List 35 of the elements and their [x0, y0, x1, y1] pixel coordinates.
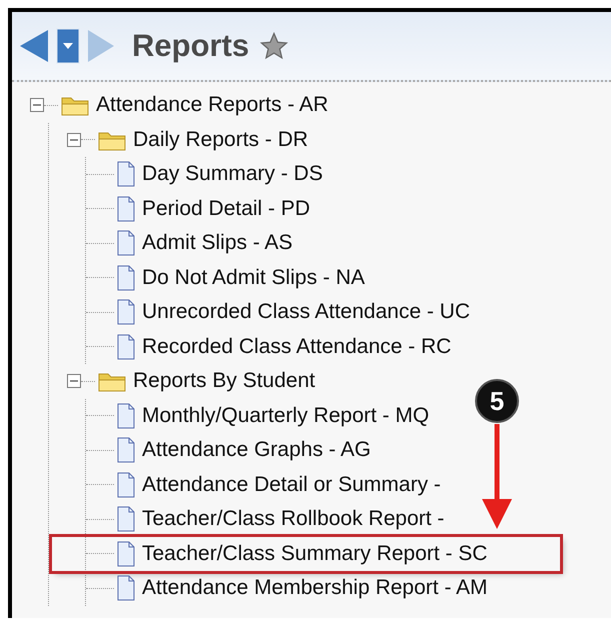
- collapse-icon[interactable]: [67, 374, 81, 388]
- tree-item[interactable]: Attendance Detail or Summary -: [142, 472, 441, 497]
- tree-item[interactable]: Teacher/Class Rollbook Report -: [142, 507, 444, 532]
- collapse-icon[interactable]: [30, 98, 44, 112]
- tree-item[interactable]: Unrecorded Class Attendance - UC: [142, 300, 470, 324]
- document-icon: [116, 196, 136, 222]
- document-icon: [116, 575, 136, 602]
- document-icon: [116, 472, 136, 498]
- step-badge: 5: [475, 379, 519, 423]
- collapse-icon[interactable]: [67, 132, 81, 147]
- document-icon: [116, 299, 136, 326]
- tree-item[interactable]: Day Summary - DS: [142, 162, 323, 186]
- tree-item[interactable]: Teacher/Class Summary Report - SC: [142, 542, 488, 566]
- document-icon: [116, 334, 136, 360]
- document-icon: [116, 540, 136, 567]
- tree-item[interactable]: Period Detail - PD: [142, 196, 310, 221]
- dropdown-icon[interactable]: [56, 28, 80, 64]
- page-title: Reports: [132, 28, 250, 64]
- document-icon: [116, 161, 136, 188]
- tree-item[interactable]: Monthly/Quarterly Report - MQ: [142, 404, 430, 428]
- tree-item[interactable]: Recorded Class Attendance - RC: [142, 334, 452, 359]
- document-icon: [116, 402, 136, 429]
- tree-item[interactable]: Attendance Graphs - AG: [142, 438, 371, 462]
- tree-item[interactable]: Daily Reports - DR: [133, 128, 308, 152]
- tree-item[interactable]: Attendance Membership Report - AM: [142, 576, 488, 600]
- back-arrow-icon[interactable]: [18, 28, 50, 64]
- star-icon[interactable]: [259, 31, 290, 61]
- document-icon: [116, 264, 136, 291]
- tree-item[interactable]: Attendance Reports - AR: [96, 93, 328, 118]
- document-icon: [116, 506, 136, 532]
- tree-item[interactable]: Do Not Admit Slips - NA: [142, 266, 365, 290]
- tree-item[interactable]: Reports By Student: [133, 369, 316, 394]
- document-icon: [116, 230, 136, 256]
- tree-item[interactable]: Admit Slips - AS: [142, 231, 293, 256]
- document-icon: [116, 437, 136, 464]
